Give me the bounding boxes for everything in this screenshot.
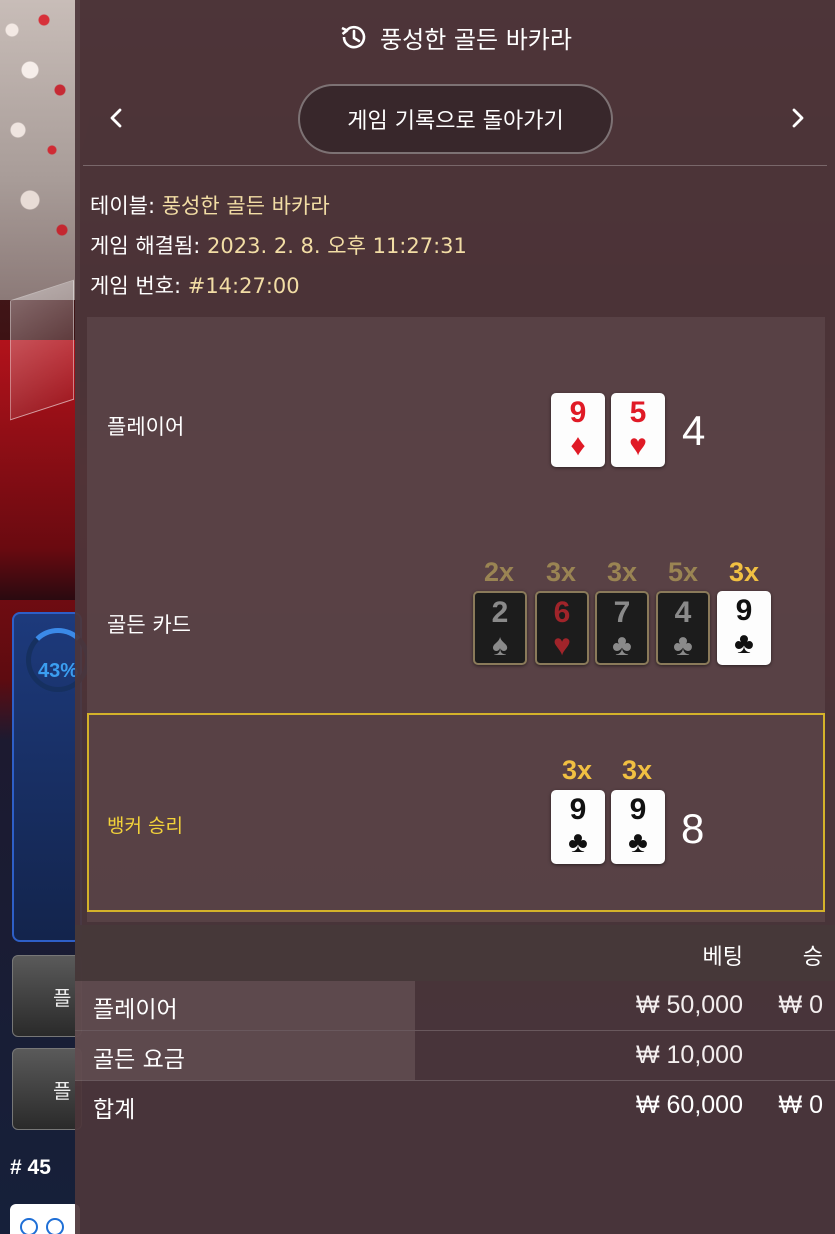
panel-header: 풍성한 골든 바카라 bbox=[75, 0, 835, 74]
resolved-info: 게임 해결됨: 2023. 2. 8. 오후 11:27:31 bbox=[90, 234, 467, 258]
game-number: #14:27:00 bbox=[187, 274, 300, 298]
side-bet-button-1[interactable]: 플 bbox=[12, 955, 82, 1037]
banker-multiplier-1: 3x bbox=[561, 755, 593, 785]
golden-card-2: 6 ♥ bbox=[535, 591, 589, 665]
golden-card-label: 골든 카드 bbox=[107, 613, 191, 637]
banker-score: 8 bbox=[681, 805, 705, 852]
player-card-1: 9 ♦ bbox=[551, 393, 605, 467]
golden-card-4: 4 ♣ bbox=[656, 591, 710, 665]
road-player-icon bbox=[20, 1218, 38, 1234]
bet-amount: ₩ 50,000 bbox=[635, 991, 743, 1019]
banker-win-highlight bbox=[87, 713, 825, 912]
blossom-decoration bbox=[0, 0, 80, 300]
banker-card-1: 9 ♣ bbox=[551, 790, 605, 864]
banker-card-2: 9 ♣ bbox=[611, 790, 665, 864]
history-nav: 게임 기록으로 돌아가기 bbox=[83, 74, 827, 166]
game-number-info: 게임 번호: #14:27:00 bbox=[90, 274, 300, 298]
timer-percent: 43% bbox=[38, 660, 79, 682]
table-info: 테이블: 풍성한 골든 바카라 bbox=[90, 194, 330, 218]
golden-multiplier-3: 3x bbox=[606, 557, 638, 587]
table-name: 풍성한 골든 바카라 bbox=[161, 194, 330, 218]
golden-card-1: 2 ♠ bbox=[473, 591, 527, 665]
history-icon bbox=[338, 22, 368, 52]
player-label: 플레이어 bbox=[107, 415, 185, 439]
back-to-history-button[interactable]: 게임 기록으로 돌아가기 bbox=[298, 84, 613, 154]
win-column-header: 승 bbox=[802, 945, 823, 970]
chevron-left-icon[interactable] bbox=[93, 94, 141, 142]
player-card-2: 5 ♥ bbox=[611, 393, 665, 467]
bet-row-total: 합계 ₩ 60,000 ₩ 0 bbox=[75, 1081, 835, 1131]
golden-multiplier-4: 5x bbox=[667, 557, 699, 587]
banker-win-label: 뱅커 승리 bbox=[107, 815, 183, 837]
golden-multiplier-1: 2x bbox=[483, 557, 515, 587]
bet-table-header: 베팅 승 bbox=[75, 925, 835, 981]
game-info: 테이블: 풍성한 골든 바카라 게임 해결됨: 2023. 2. 8. 오후 1… bbox=[75, 166, 835, 306]
banker-multiplier-2: 3x bbox=[621, 755, 653, 785]
bet-column-header: 베팅 bbox=[702, 945, 743, 970]
round-result: 플레이어 9 ♦ 5 ♥ 4 골든 카드 2x 2 ♠ 3x 6 ♥ 3x 7 ♣ 5x … bbox=[87, 317, 825, 922]
total-label: 합계 bbox=[93, 1097, 136, 1123]
game-history-panel: 풍성한 골든 바카라 게임 기록으로 돌아가기 테이블: 풍성한 골든 바카라 … bbox=[75, 0, 835, 1234]
bet-amount: ₩ 10,000 bbox=[635, 1041, 743, 1069]
panel-title: 풍성한 골든 바카라 bbox=[380, 25, 572, 54]
resolved-time: 2023. 2. 8. 오후 11:27:31 bbox=[207, 234, 467, 258]
bet-row-player: 플레이어 ₩ 50,000 ₩ 0 bbox=[75, 981, 835, 1031]
golden-multiplier-5: 3x bbox=[728, 557, 760, 587]
golden-card-5: 9 ♣ bbox=[717, 591, 771, 665]
side-bet-button-2[interactable]: 플 bbox=[12, 1048, 82, 1130]
golden-card-3: 7 ♣ bbox=[595, 591, 649, 665]
chevron-right-icon[interactable] bbox=[773, 94, 821, 142]
road-player-icon bbox=[46, 1218, 64, 1234]
bet-row-label: 골든 요금 bbox=[75, 1031, 415, 1080]
bet-table: 베팅 승 플레이어 ₩ 50,000 ₩ 0 골든 요금 ₩ 10,000 합계… bbox=[75, 925, 835, 1131]
bet-row-golden-fee: 골든 요금 ₩ 10,000 bbox=[75, 1031, 835, 1081]
bead-road bbox=[10, 1204, 80, 1234]
player-score: 4 bbox=[682, 407, 706, 454]
golden-multiplier-2: 3x bbox=[545, 557, 577, 587]
total-win-amount: ₩ 0 bbox=[778, 1091, 823, 1119]
win-amount: ₩ 0 bbox=[778, 991, 823, 1019]
bet-row-label: 플레이어 bbox=[75, 981, 415, 1030]
card-shoe bbox=[10, 279, 74, 421]
round-number: # 45 bbox=[10, 1156, 51, 1179]
total-bet-amount: ₩ 60,000 bbox=[635, 1091, 743, 1119]
